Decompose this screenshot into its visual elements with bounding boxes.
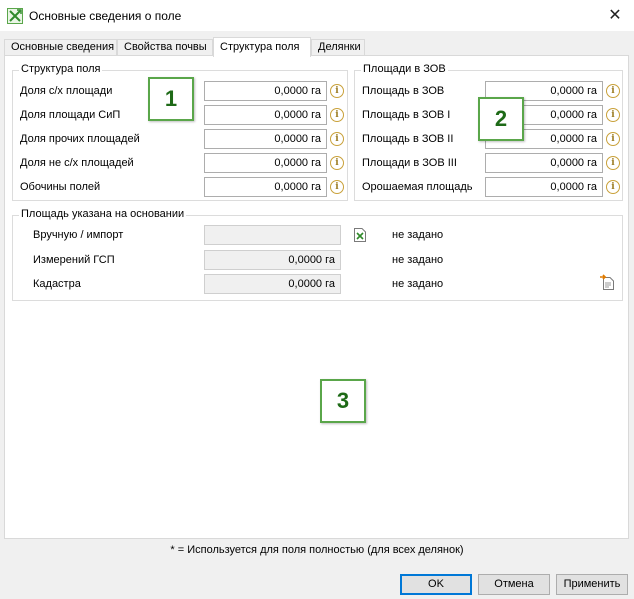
area-basis-title: Площадь указана на основании xyxy=(19,208,187,220)
info-icon[interactable]: i xyxy=(330,108,344,122)
callout-3: 3 xyxy=(320,379,366,423)
import-document-icon[interactable] xyxy=(599,274,615,290)
zov-area-label: Площадь в ЗОВ xyxy=(362,85,445,97)
cancel-button[interactable]: Отмена xyxy=(478,574,550,595)
field-structure-title: Структура поля xyxy=(19,63,103,75)
share-non-agri-area-label: Доля не с/х площадей xyxy=(20,157,134,169)
cadastre-field: 0,0000 га xyxy=(204,274,341,294)
app-logo-icon xyxy=(7,8,23,24)
gps-measurements-status: не задано xyxy=(392,254,444,266)
info-icon[interactable]: i xyxy=(606,84,620,98)
footnote-text: * = Используется для поля полностью (для… xyxy=(170,544,464,556)
share-sip-area-field[interactable]: 0,0000 га xyxy=(204,105,327,125)
close-button[interactable]: ✕ xyxy=(596,0,634,31)
callout-2: 2 xyxy=(478,97,524,141)
info-icon[interactable]: i xyxy=(330,84,344,98)
tab-soil-properties[interactable]: Свойства почвы xyxy=(117,39,213,56)
share-agri-area-field[interactable]: 0,0000 га xyxy=(204,81,327,101)
title-bar: Основные сведения о поле ✕ xyxy=(0,0,634,31)
field-margins-label: Обочины полей xyxy=(20,181,101,193)
cadastre-label: Кадастра xyxy=(33,278,81,290)
dialog-footer: OK Отмена Применить xyxy=(0,563,634,599)
window-title: Основные сведения о поле xyxy=(29,9,182,23)
info-icon[interactable]: i xyxy=(330,180,344,194)
zov3-area-field[interactable]: 0,0000 га xyxy=(485,153,603,173)
share-agri-area-label: Доля с/х площади xyxy=(20,85,113,97)
irrigated-area-label: Орошаемая площадь xyxy=(362,181,473,193)
tab-plots[interactable]: Делянки xyxy=(311,39,365,56)
share-non-agri-area-field[interactable]: 0,0000 га xyxy=(204,153,327,173)
manual-import-status: не задано xyxy=(392,229,444,241)
info-icon[interactable]: i xyxy=(606,108,620,122)
share-other-area-field[interactable]: 0,0000 га xyxy=(204,129,327,149)
irrigated-area-field[interactable]: 0,0000 га xyxy=(485,177,603,197)
info-icon[interactable]: i xyxy=(606,132,620,146)
manual-import-field xyxy=(204,225,341,245)
cadastre-status: не задано xyxy=(392,278,444,290)
zov-areas-title: Площади в ЗОВ xyxy=(361,63,448,75)
tab-panel: Структура поля Доля с/х площади 0,0000 г… xyxy=(4,55,629,539)
zov3-area-label: Площади в ЗОВ III xyxy=(362,157,457,169)
tab-main-info[interactable]: Основные сведения xyxy=(4,39,117,56)
info-icon[interactable]: i xyxy=(606,180,620,194)
callout-1: 1 xyxy=(148,77,194,121)
info-icon[interactable]: i xyxy=(330,156,344,170)
share-other-area-label: Доля прочих площадей xyxy=(20,133,140,145)
apply-button[interactable]: Применить xyxy=(556,574,628,595)
zov2-area-label: Площадь в ЗОВ II xyxy=(362,133,454,145)
info-icon[interactable]: i xyxy=(330,132,344,146)
share-sip-area-label: Доля площади СиП xyxy=(20,109,121,121)
ok-button[interactable]: OK xyxy=(400,574,472,595)
excel-file-icon[interactable] xyxy=(354,228,366,242)
zov1-area-label: Площадь в ЗОВ I xyxy=(362,109,451,121)
area-basis-group: Площадь указана на основании Вручную / и… xyxy=(12,208,623,301)
gps-measurements-field: 0,0000 га xyxy=(204,250,341,270)
manual-import-label: Вручную / импорт xyxy=(33,229,124,241)
gps-measurements-label: Измерений ГСП xyxy=(33,254,115,266)
field-margins-field[interactable]: 0,0000 га xyxy=(204,177,327,197)
info-icon[interactable]: i xyxy=(606,156,620,170)
tab-field-structure[interactable]: Структура поля xyxy=(213,37,311,57)
